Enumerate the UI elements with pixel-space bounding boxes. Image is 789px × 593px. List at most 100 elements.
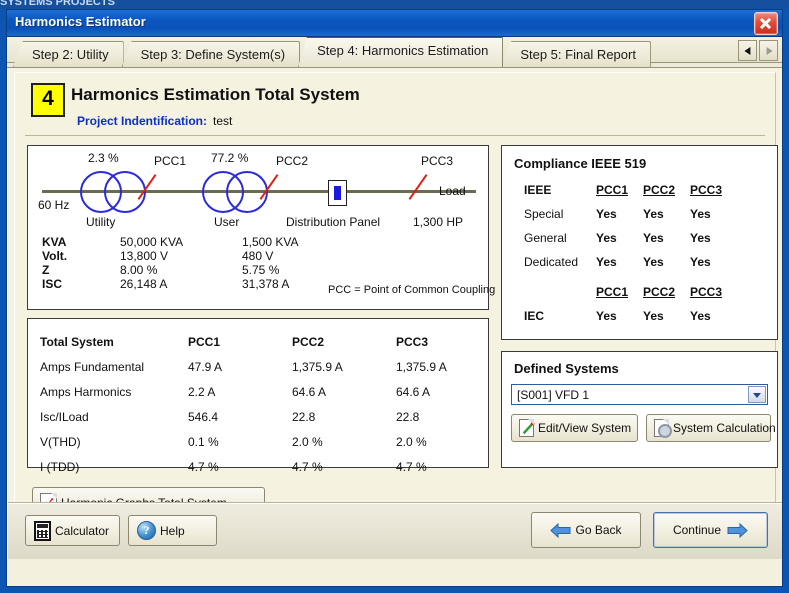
spec-label: Volt. [42,249,68,263]
table-header-row: Total System PCC1 PCC2 PCC3 [40,329,447,354]
gear-icon [658,424,672,438]
row-label: General [524,231,567,245]
cell-pcc2: Yes [643,231,664,245]
cell-pcc2: 22.8 [292,409,316,424]
total-system-table-panel: Total System PCC1 PCC2 PCC3 Amps Fundame… [27,318,489,474]
pcc2-label: PCC2 [276,154,309,168]
spec-utility-value: 26,148 A [120,277,168,291]
cell-pcc3: Yes [690,231,711,245]
diagram-spec-table: KVA 50,000 KVA 1,500 KVA Volt. 13,800 V … [42,235,298,291]
cell-pcc3: 2.0 % [396,434,427,449]
table-row: ISC 26,148 A 31,378 A [42,277,298,291]
utility-percent: 2.3 % [88,151,119,165]
table-row: IEC Yes Yes Yes [524,304,722,328]
close-icon[interactable] [754,12,778,35]
spec-label: KVA [42,235,67,249]
arrow-left-icon [550,522,571,538]
pencil-icon [522,422,535,435]
cell-pcc1: Yes [596,231,617,245]
title-bar: Harmonics Estimator [7,10,782,37]
pcc3-label: PCC3 [421,154,454,168]
edit-view-system-label: Edit/View System [538,421,632,435]
user-percent: 77.2 % [211,151,249,165]
spec-label: Z [42,263,50,277]
spec-user-value: 1,500 KVA [242,235,299,249]
tab-list: Step 2: Utility Step 3: Define System(s)… [13,37,651,67]
pcc1-label: PCC1 [154,154,187,168]
distribution-panel-symbol [328,180,347,206]
tab-step-4-harmonics-estimation[interactable]: Step 4: Harmonics Estimation [298,37,504,67]
cell-pcc1: Yes [596,207,617,221]
user-node-label: User [214,215,240,229]
cell-pcc1: 4.7 % [188,459,219,474]
cell-pcc2: 2.0 % [292,434,323,449]
tab-label: Step 5: Final Report [520,47,636,62]
edit-document-icon [519,419,535,437]
table-header-row: PCC1 PCC2 PCC3 [524,280,722,304]
cell-pcc1: 0.1 % [188,434,219,449]
tab-scroll-left-icon[interactable] [738,40,757,61]
utility-transformer-coil-2 [104,171,146,213]
compliance-title: Compliance IEEE 519 [514,156,647,171]
background-app-text: SYSTEMS PROJECTS [0,0,115,8]
table-row: Volt. 13,800 V 480 V [42,249,298,263]
cell-pcc3: 22.8 [396,409,420,424]
total-system-table: Total System PCC1 PCC2 PCC3 Amps Fundame… [40,329,447,479]
defined-systems-select[interactable]: [S001] VFD 1 [511,384,768,405]
cell-pcc2: Yes [643,207,664,221]
cell-pcc2: 4.7 % [292,459,323,474]
help-button[interactable]: ? Help [128,515,217,546]
tab-step-2-utility[interactable]: Step 2: Utility [13,41,124,67]
row-label: Dedicated [524,255,579,269]
compliance-ieee-519-panel: Compliance IEEE 519 IEEE PCC1 PCC2 PCC3 … [501,145,778,340]
tab-step-3-define-systems[interactable]: Step 3: Define System(s) [121,41,301,67]
table-row: Dedicated Yes Yes Yes [524,250,722,274]
distribution-panel-label: Distribution Panel [286,215,381,229]
app-root: SYSTEMS PROJECTS Harmonics Estimator Ste… [0,0,789,593]
calculator-label: Calculator [55,523,110,538]
row-label: Amps Fundamental [40,359,145,374]
row-label: I (TDD) [40,459,80,474]
system-calculation-label: System Calculation [673,421,776,435]
spec-user-value: 5.75 % [242,263,280,277]
cell-pcc1: Yes [596,255,617,269]
row-label: Special [524,207,564,221]
harmonics-estimator-window: Harmonics Estimator Step 2: Utility Step… [6,9,783,587]
column-header-pcc3: PCC3 [396,334,429,349]
tab-scroll-controls [738,40,778,61]
tab-bar: Step 2: Utility Step 3: Define System(s)… [7,37,782,68]
frequency-label: 60 Hz [38,198,70,212]
pcc-legend-note: PCC = Point of Common Coupling [328,284,496,296]
iec-header-spacer [524,280,596,304]
tab-scroll-right-icon[interactable] [759,40,778,61]
cell-pcc1: Yes [596,309,617,323]
page-title: Harmonics Estimation Total System [71,85,360,104]
cell-pcc3: 64.6 A [396,384,431,399]
edit-view-system-button[interactable]: Edit/View System [511,414,638,442]
column-header-pcc2: PCC2 [292,334,325,349]
arrow-right-icon [727,522,748,538]
cell-pcc3: Yes [690,255,711,269]
help-label: Help [160,523,185,538]
table-row: Isc/ILoad 546.4 22.8 22.8 [40,404,447,429]
cell-pcc3: Yes [690,309,711,323]
tab-label: Step 3: Define System(s) [140,47,286,62]
project-identification-value: test [213,114,233,128]
continue-button[interactable]: Continue [653,512,768,548]
cell-pcc2: 1,375.9 A [292,359,343,374]
cell-pcc2: 64.6 A [292,384,327,399]
cell-pcc3: 4.7 % [396,459,427,474]
system-calculation-button[interactable]: System Calculation [646,414,776,442]
table-row: V(THD) 0.1 % 2.0 % 2.0 % [40,429,447,454]
chevron-down-icon[interactable] [748,386,766,403]
column-header-pcc3: PCC3 [690,285,723,299]
single-line-diagram-panel: 2.3 % 77.2 % PCC1 PCC2 PCC3 60 Hz Utilit… [27,145,495,310]
column-header-pcc2: PCC2 [643,183,676,197]
header-divider [25,135,765,136]
defined-systems-panel: Defined Systems [S001] VFD 1 Edit/View S… [501,351,778,468]
go-back-button[interactable]: Go Back [531,512,641,548]
calculator-button[interactable]: Calculator [25,515,120,546]
user-transformer-coil-2 [226,171,268,213]
tab-step-5-final-report[interactable]: Step 5: Final Report [501,41,651,67]
load-label: Load [439,184,466,198]
